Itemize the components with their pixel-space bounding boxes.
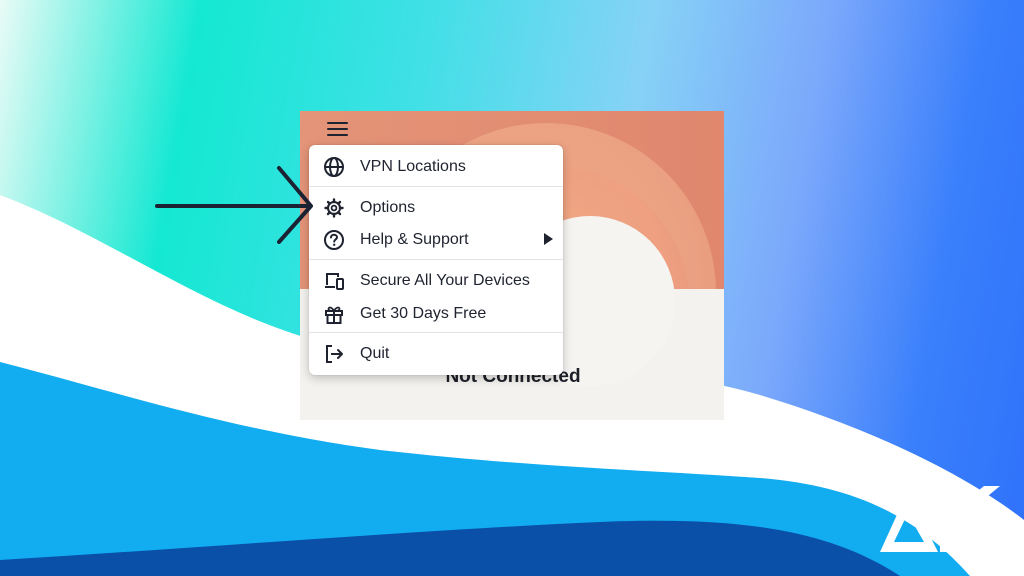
menu-item-label: Secure All Your Devices [360, 272, 530, 289]
menu-item-help-support[interactable]: Help & Support [309, 225, 563, 255]
menu-divider [309, 259, 563, 260]
menu-item-label: Get 30 Days Free [360, 305, 487, 322]
quit-icon [326, 345, 343, 363]
devices-icon [325, 273, 344, 290]
hamburger-menu-icon[interactable] [327, 120, 349, 138]
help-circle-icon [324, 230, 344, 250]
ak-logo-icon [880, 486, 1002, 552]
menu-item-quit[interactable]: Quit [309, 339, 563, 369]
submenu-arrow-icon [544, 233, 553, 245]
menu-item-get-30-days[interactable]: Get 30 Days Free [309, 299, 563, 329]
menu-item-label: VPN Locations [360, 158, 466, 175]
annotation-arrow-icon [155, 166, 313, 244]
menu-divider [309, 332, 563, 333]
menu-item-options[interactable]: Options [309, 193, 563, 223]
menu-item-vpn-locations[interactable]: VPN Locations [309, 152, 563, 182]
menu-item-secure-devices[interactable]: Secure All Your Devices [309, 266, 563, 296]
main-menu-dropdown: VPN Locations Options Help & Support Sec… [309, 145, 563, 375]
menu-item-label: Help & Support [360, 231, 469, 248]
gear-icon [324, 198, 344, 218]
menu-item-label: Options [360, 199, 416, 216]
gift-icon [325, 306, 343, 324]
menu-divider [309, 186, 563, 187]
globe-icon [324, 157, 344, 177]
menu-item-label: Quit [360, 345, 390, 362]
